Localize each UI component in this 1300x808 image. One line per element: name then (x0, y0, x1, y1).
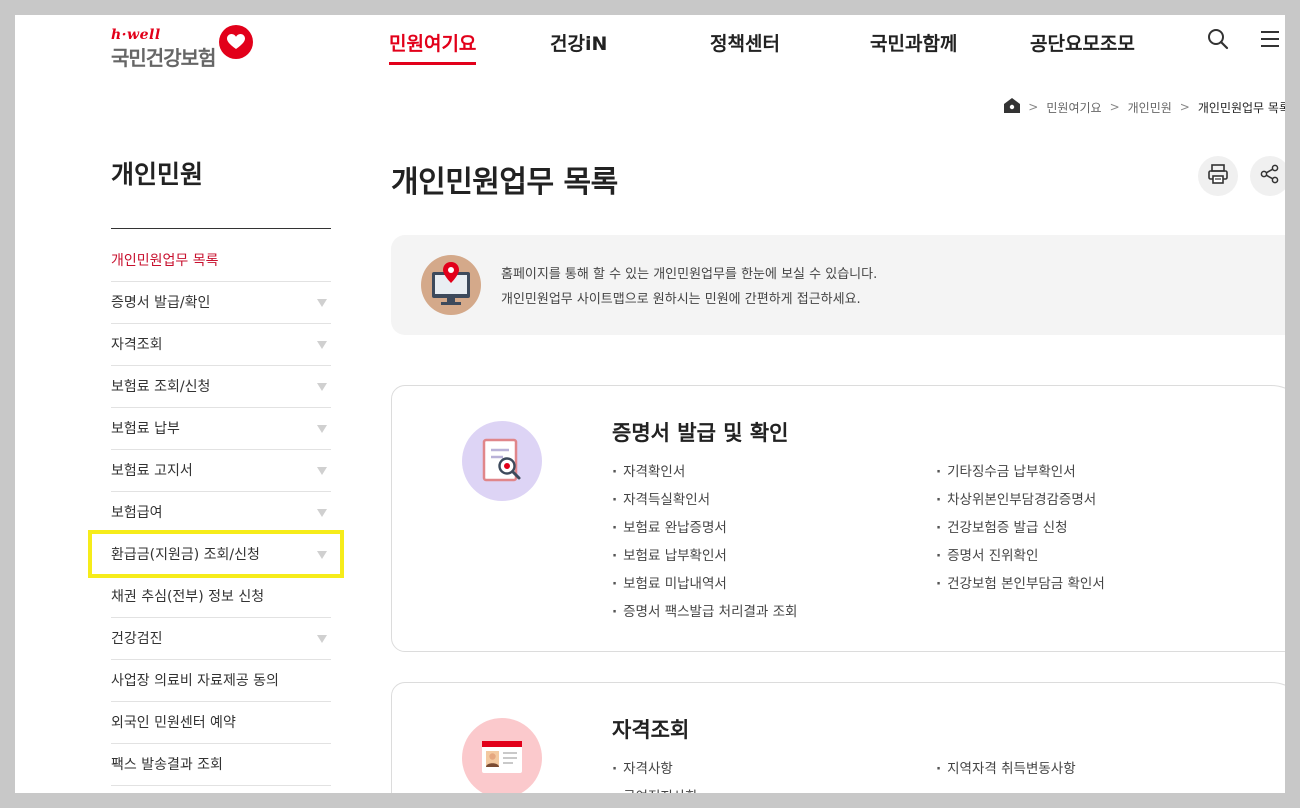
caret-down-icon (317, 383, 327, 391)
lnb-item-label: 보험료 납부 (111, 421, 180, 437)
caret-down-icon (317, 425, 327, 433)
nav-about-nhis[interactable]: 공단요모조모 (1030, 29, 1135, 62)
lnb-item-label: 증명서 발급/확인 (111, 295, 211, 311)
menu-icon[interactable] (1258, 27, 1284, 53)
link-regional-changes[interactable]: 지역자격 취득변동사항 (936, 757, 1076, 777)
nav-policy-center[interactable]: 정책센터 (710, 29, 780, 62)
caret-down-icon (317, 509, 327, 517)
nav-with-citizens[interactable]: 국민과함께 (870, 29, 957, 62)
breadcrumb: > 민원여기요 > 개인민원 > 개인민원업무 목록 (1004, 98, 1285, 116)
lnb-item-label: 보험료 조회/신청 (111, 379, 211, 395)
breadcrumb-separator-icon: > (1179, 100, 1190, 114)
lnb-item-health-checkup[interactable]: 건강검진 (111, 618, 331, 660)
caret-down-icon (317, 467, 327, 475)
lnb-item-label: 채권 추심(전부) 정보 신청 (111, 589, 265, 605)
lnb-item-debt-collection[interactable]: 채권 추심(전부) 정보 신청 (111, 576, 331, 618)
lnb-item-label: 외국인 민원센터 예약 (111, 715, 236, 731)
logo-main-text: 국민건강보험 (111, 46, 216, 70)
lnb-item-list[interactable]: 개인민원업무 목록 (111, 240, 331, 282)
share-icon (1259, 163, 1281, 189)
lnb-item-premium-payment[interactable]: 보험료 납부 (111, 408, 331, 450)
lnb-item-benefits[interactable]: 보험급여 (111, 492, 331, 534)
page-frame: h·well 국민건강보험 민원여기요 건강iN 정책센터 국민과함께 공단요모… (15, 15, 1285, 793)
print-button[interactable] (1198, 156, 1238, 196)
link-benefit-suspension[interactable]: 급여정지사항 (612, 785, 698, 793)
lnb-item-premium-bill[interactable]: 보험료 고지서 (111, 450, 331, 492)
lnb-title: 개인민원 (111, 160, 204, 189)
link-qualification-history[interactable]: 자격득실확인서 (612, 488, 710, 508)
link-cert-verification[interactable]: 증명서 진위확인 (936, 544, 1038, 564)
link-copay-cert[interactable]: 건강보험 본인부담금 확인서 (936, 572, 1105, 592)
link-premium-paid-cert[interactable]: 보험료 완납증명서 (612, 516, 727, 536)
info-line: 홈페이지를 통해 할 수 있는 개인민원업무를 한눈에 보실 수 있습니다. (501, 267, 878, 282)
caret-down-icon (317, 299, 327, 307)
lnb-item-medical-consent[interactable]: 사업장 의료비 자료제공 동의 (111, 660, 331, 702)
breadcrumb-item-personal[interactable]: 개인민원 (1128, 99, 1172, 116)
card-qualification: 자격조회 자격사항 급여정지사항 지역자격 취득변동사항 (391, 682, 1285, 793)
card-title: 자격조회 (612, 718, 690, 742)
link-fax-result[interactable]: 증명서 팩스발급 처리결과 조회 (612, 600, 797, 620)
page-title: 개인민원업무 목록 (391, 165, 618, 200)
caret-down-icon (317, 635, 327, 643)
nav-health-in[interactable]: 건강iN (550, 29, 607, 62)
link-near-poor-cert[interactable]: 차상위본인부담경감증명서 (936, 488, 1096, 508)
lnb-item-fax-result[interactable]: 팩스 발송결과 조회 (111, 744, 331, 786)
id-card-icon (462, 718, 542, 793)
link-premium-unpaid[interactable]: 보험료 미납내역서 (612, 572, 727, 592)
card-certificate: 증명서 발급 및 확인 자격확인서 자격득실확인서 보험료 완납증명서 보험료 … (391, 385, 1285, 652)
lnb-item-label: 팩스 발송결과 조회 (111, 757, 223, 773)
heart-logo-icon (219, 25, 253, 59)
lnb-divider (111, 228, 331, 229)
lnb-item-label: 보험료 고지서 (111, 463, 193, 479)
highlight-box (88, 530, 344, 578)
hwell-logo[interactable]: h·well 국민건강보험 (111, 25, 261, 75)
link-insurance-card[interactable]: 건강보험증 발급 신청 (936, 516, 1067, 536)
lnb-item-foreigner-reservation[interactable]: 외국인 민원센터 예약 (111, 702, 331, 744)
card-title: 증명서 발급 및 확인 (612, 421, 789, 445)
link-premium-payment-cert[interactable]: 보험료 납부확인서 (612, 544, 727, 564)
lnb-item-label: 사업장 의료비 자료제공 동의 (111, 673, 279, 689)
share-button[interactable] (1250, 156, 1285, 196)
lnb-item-label: 보험급여 (111, 505, 163, 521)
link-qualification-details[interactable]: 자격사항 (612, 757, 673, 777)
logo-small-text: h·well (111, 27, 161, 43)
home-icon[interactable] (1004, 98, 1021, 116)
breadcrumb-item-current: 개인민원업무 목록 (1197, 100, 1285, 115)
lnb-item-label: 자격조회 (111, 337, 163, 353)
certificate-search-icon (462, 421, 542, 501)
lnb-item-certificate[interactable]: 증명서 발급/확인 (111, 282, 331, 324)
monitor-location-icon (421, 255, 481, 315)
lnb-item-premium-inquiry[interactable]: 보험료 조회/신청 (111, 366, 331, 408)
lnb-item-label: 건강검진 (111, 631, 163, 647)
info-line: 개인민원업무 사이트맵으로 원하시는 민원에 간편하게 접근하세요. (501, 292, 861, 307)
info-text: 홈페이지를 통해 할 수 있는 개인민원업무를 한눈에 보실 수 있습니다. 개… (501, 262, 877, 312)
nav-minwon[interactable]: 민원여기요 (389, 29, 477, 65)
breadcrumb-separator-icon: > (1028, 100, 1039, 114)
lnb-menu: 개인민원업무 목록 증명서 발급/확인 자격조회 보험료 조회/신청 보험료 납… (111, 240, 331, 786)
lnb-item-qualification[interactable]: 자격조회 (111, 324, 331, 366)
link-qualification-cert[interactable]: 자격확인서 (612, 460, 685, 480)
caret-down-icon (317, 341, 327, 349)
info-box: 홈페이지를 통해 할 수 있는 개인민원업무를 한눈에 보실 수 있습니다. 개… (391, 235, 1285, 335)
breadcrumb-item-minwon[interactable]: 민원여기요 (1046, 99, 1101, 116)
lnb-item-label: 개인민원업무 목록 (111, 253, 219, 269)
breadcrumb-separator-icon: > (1109, 100, 1120, 114)
search-icon[interactable] (1206, 27, 1232, 53)
print-icon (1207, 163, 1229, 189)
link-other-collection[interactable]: 기타징수금 납부확인서 (936, 460, 1076, 480)
